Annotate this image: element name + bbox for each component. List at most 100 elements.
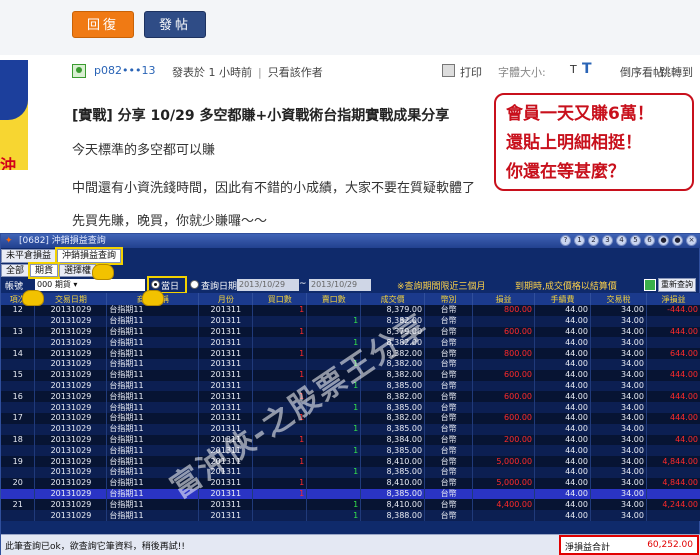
col-price[interactable]: 成交價: [360, 293, 426, 305]
tab-futures[interactable]: 期貨: [28, 262, 61, 279]
table-row[interactable]: 20131029 台指期11 201311 1 8,385.00 台幣 44.00 34.00: [1, 466, 700, 478]
tab-options[interactable]: 選擇權: [59, 264, 97, 277]
export-icon[interactable]: [644, 279, 656, 291]
cell-cur: 台幣: [424, 380, 474, 392]
pointing-hand-icon: [92, 264, 114, 280]
cell-sell: [306, 305, 362, 316]
help-icon[interactable]: ?: [560, 235, 571, 246]
settlement-note: 到期時,成交價格以結算價: [515, 282, 617, 292]
cell-month: 201311: [198, 337, 254, 349]
only-author-link[interactable]: 只看該作者: [268, 66, 323, 79]
layout-4-icon[interactable]: 4: [616, 235, 627, 246]
cell-fee: 44.00: [534, 315, 591, 327]
cell-net: [646, 358, 700, 370]
cell-fee: 44.00: [534, 358, 591, 370]
col-fee[interactable]: 手續費: [534, 293, 591, 305]
font-size-label: 字體大小:: [498, 66, 546, 79]
tab-all[interactable]: 全部: [1, 264, 30, 277]
cell-price: 8,385.00: [360, 423, 426, 435]
account-select[interactable]: 000 期貨 ▾: [35, 279, 145, 291]
layout-3-icon[interactable]: 3: [602, 235, 613, 246]
table-row[interactable]: 13 20131029 台指期11 201311 1 8,379.00 台幣 600.00 44…: [1, 326, 700, 338]
print-link[interactable]: 打印: [460, 64, 482, 80]
col-net[interactable]: 淨損益: [646, 293, 700, 305]
cell-tax: 34.00: [590, 348, 647, 359]
table-row[interactable]: 12 20131029 台指期11 201311 1 8,379.00 台幣 800.00 44…: [1, 305, 700, 316]
cell-month: 201311: [198, 499, 254, 511]
minimize-icon[interactable]: ●: [658, 235, 669, 246]
cell-date: 20131029: [34, 315, 108, 327]
table-row[interactable]: 18 20131029 台指期11 201311 1 8,384.00 台幣 200.00 44…: [1, 434, 700, 446]
layout-6-icon[interactable]: 6: [644, 235, 655, 246]
layout-1-icon[interactable]: 1: [574, 235, 585, 246]
table-row[interactable]: 20131029 台指期11 201311 1 8,385.00 台幣 44.00 34.00: [1, 402, 700, 413]
col-sell[interactable]: 賣口數: [306, 293, 362, 305]
font-small-button[interactable]: T: [570, 63, 577, 76]
cell-date: 20131029: [34, 402, 108, 413]
table-row[interactable]: 20131029 台指期11 201311 1 8,382.00 台幣 44.00 34.00: [1, 315, 700, 327]
cell-buy: [252, 499, 308, 511]
layout-5-icon[interactable]: 5: [630, 235, 641, 246]
pointing-hand-icon: [142, 290, 164, 306]
col-date[interactable]: 交易日期: [34, 293, 108, 305]
table-row[interactable]: 19 20131029 台指期11 201311 1 8,410.00 台幣 5,000.00…: [1, 456, 700, 467]
cell-pl: [472, 510, 536, 521]
date-from-input[interactable]: 2013/10/29: [237, 279, 299, 291]
close-icon[interactable]: ×: [686, 235, 697, 246]
layout-2-icon[interactable]: 2: [588, 235, 599, 246]
col-pnl[interactable]: 損益: [472, 293, 536, 305]
table-row[interactable]: 21 20131029 台指期11 201311 1 8,410.00 台幣 4,400.00…: [1, 499, 700, 511]
maximize-icon[interactable]: ●: [672, 235, 683, 246]
cell-net: [646, 488, 700, 500]
cell-tax: 34.00: [590, 456, 647, 467]
table-row[interactable]: 17 20131029 台指期11 201311 1 8,382.00 台幣 600.00 44…: [1, 412, 700, 424]
col-currency[interactable]: 幣別: [424, 293, 474, 305]
table-row[interactable]: 20131029 台指期11 201311 1 8,385.00 台幣 44.00 34.00: [1, 488, 700, 500]
cell-buy: 1: [252, 488, 308, 500]
cell-pl: 5,000.00: [472, 456, 536, 467]
reply-button[interactable]: 回復: [72, 11, 134, 38]
cell-prod: 台指期11: [106, 358, 200, 370]
avatar[interactable]: 沖俠: [0, 60, 28, 170]
col-tax[interactable]: 交易稅: [590, 293, 647, 305]
cell-prod: 台指期11: [106, 391, 200, 403]
new-post-button[interactable]: 發帖: [144, 11, 206, 38]
date-range-radio[interactable]: [190, 280, 199, 289]
cell-fee: 44.00: [534, 326, 591, 338]
cell-sell: [306, 434, 362, 446]
cell-cur: 台幣: [424, 305, 474, 316]
cell-sell: 1: [306, 466, 362, 478]
cell-sell: [306, 326, 362, 338]
cell-net: 644.00: [646, 348, 700, 359]
table-row[interactable]: 20131029 台指期11 201311 1 8,385.00 台幣 44.00 34.00: [1, 445, 700, 457]
col-buy[interactable]: 買口數: [252, 293, 308, 305]
table-row[interactable]: 20131029 台指期11 201311 1 8,388.00 台幣 44.00 34.00: [1, 510, 700, 521]
tab-offset-pnl-query[interactable]: 沖銷損益查詢: [55, 247, 124, 265]
col-month[interactable]: 月份: [198, 293, 254, 305]
print-icon[interactable]: [442, 64, 455, 77]
cell-buy: 1: [252, 477, 308, 489]
cell-fee: 44.00: [534, 305, 591, 316]
cell-tax: 34.00: [590, 466, 647, 478]
cell-sell: [306, 477, 362, 489]
tab-open-position-pnl[interactable]: 未平倉損益: [1, 249, 57, 263]
reverse-order-link[interactable]: 倒序看帖: [620, 64, 664, 80]
date-to-input[interactable]: 2013/10/29: [309, 279, 371, 291]
post-time: 發表於 1 小時前 | 只看該作者: [172, 66, 323, 79]
cell-net: [646, 315, 700, 327]
font-large-button[interactable]: T: [582, 61, 592, 77]
jump-to-link[interactable]: 跳轉到: [660, 64, 693, 80]
requery-button[interactable]: 重新查詢: [658, 278, 696, 292]
cell-cur: 台幣: [424, 369, 474, 381]
author-link[interactable]: p082•••13: [94, 64, 155, 77]
cell-fee: 44.00: [534, 402, 591, 413]
table-row[interactable]: 20131029 台指期11 201311 1 8,385.00 台幣 44.00 34.00: [1, 423, 700, 435]
today-radio[interactable]: [151, 280, 160, 289]
cell-cur: 台幣: [424, 358, 474, 370]
table-row[interactable]: 20 20131029 台指期11 201311 1 8,410.00 台幣 5,000.00…: [1, 477, 700, 489]
cell-month: 201311: [198, 391, 254, 403]
cell-date: 20131029: [34, 358, 108, 370]
cell-no: 19: [1, 456, 36, 467]
cell-prod: 台指期11: [106, 434, 200, 446]
cell-date: 20131029: [34, 391, 108, 403]
